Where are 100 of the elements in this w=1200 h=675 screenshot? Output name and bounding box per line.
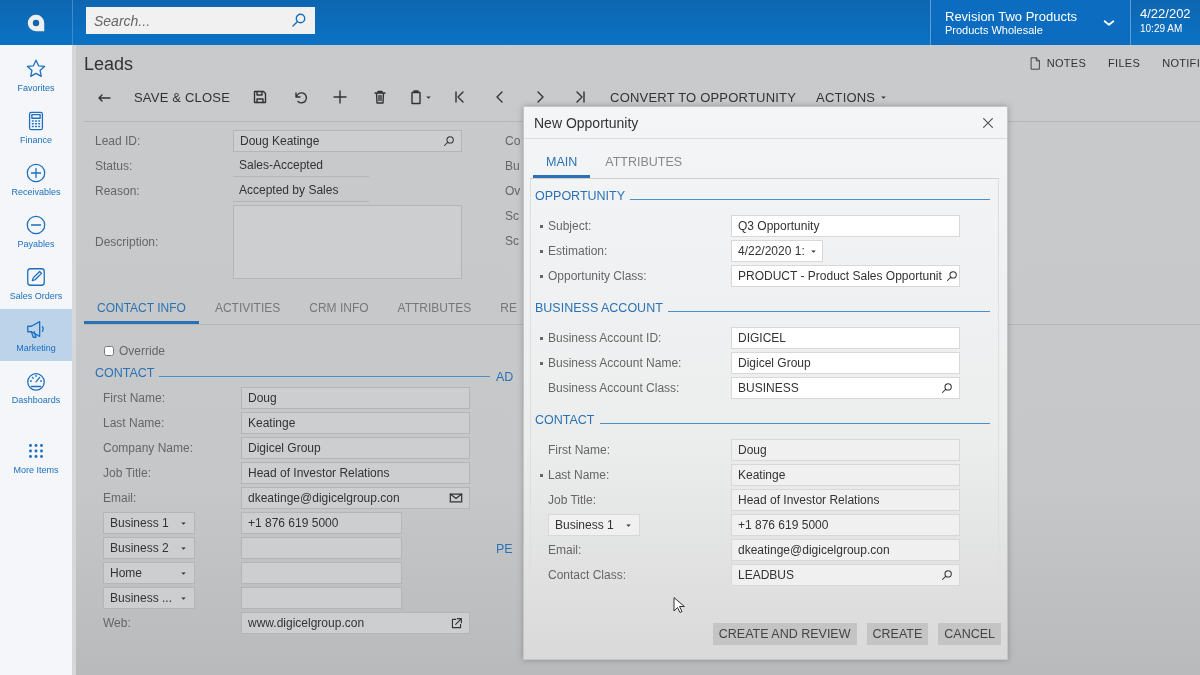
sidebar-item[interactable]: Favorites	[0, 49, 72, 101]
field-label: Email:	[548, 543, 583, 557]
field-label: Reason:	[95, 184, 141, 198]
field-label: Company Name:	[103, 441, 195, 455]
search-icon	[941, 569, 953, 581]
close-icon	[981, 115, 995, 130]
search-icon	[941, 382, 953, 394]
cursor-icon	[672, 597, 686, 615]
minus-circle-icon	[25, 213, 47, 236]
phone-type-select[interactable]: Business 2	[103, 537, 195, 559]
lookup-field[interactable]: LEADBUS	[731, 564, 960, 586]
convert-button[interactable]: CONVERT TO OPPORTUNITY	[600, 82, 807, 112]
section-heading: PE	[496, 542, 514, 556]
phone-type-select[interactable]: Home	[103, 562, 195, 584]
email-field[interactable]: dkeatinge@digicelgroup.con	[241, 487, 470, 509]
field-label: Co	[505, 133, 521, 150]
field-label: Opportunity Class:	[548, 269, 648, 283]
dialog-button[interactable]: CREATE	[866, 623, 929, 645]
dialog-button[interactable]: CANCEL	[938, 623, 1001, 645]
text-field[interactable]: dkeatinge@digicelgroup.con	[731, 539, 960, 561]
text-field[interactable]: Doug	[241, 387, 470, 409]
toolbar-link[interactable]: NOTES	[1027, 55, 1087, 71]
sidebar-item[interactable]: Dashboards	[0, 361, 72, 413]
phone-type-select[interactable]: Business ...	[103, 587, 195, 609]
field-label: Description:	[95, 235, 160, 249]
field-value: Sales-Accepted	[233, 155, 369, 177]
actions-menu-button[interactable]: ACTIONS	[806, 82, 899, 112]
field-label: First Name:	[548, 443, 611, 457]
text-field[interactable]: Keatinge	[241, 412, 470, 434]
field-label: Ov	[505, 183, 521, 200]
dialog-title: New Opportunity	[534, 114, 640, 131]
phone-field[interactable]	[241, 562, 402, 584]
sidebar-item[interactable]: Marketing	[0, 309, 72, 361]
text-field[interactable]: Head of Investor Relations	[241, 462, 470, 484]
field-label: Sc	[505, 233, 519, 250]
save-close-button[interactable]: SAVE & CLOSE	[124, 82, 241, 112]
text-field[interactable]: DIGICEL	[731, 327, 960, 349]
sidebar-item[interactable]: Sales Orders	[0, 257, 72, 309]
toolbar-link[interactable]: NOTIFI	[1162, 57, 1200, 69]
field-label: Business Account ID:	[548, 331, 663, 345]
undo-icon	[292, 89, 309, 105]
section-heading: CONTACT	[95, 366, 155, 380]
field-label: Sc	[505, 208, 519, 225]
field-label: Bu	[505, 158, 520, 175]
section-heading: BUSINESS ACCOUNT	[535, 301, 663, 315]
text-field[interactable]: Digicel Group	[731, 352, 960, 374]
star-icon	[25, 57, 47, 80]
dialog-button[interactable]: CREATE AND REVIEW	[712, 623, 857, 645]
search-field[interactable]: Search...	[86, 7, 315, 34]
search-icon	[443, 135, 455, 147]
field-label: Web:	[103, 616, 132, 630]
checkbox[interactable]	[104, 346, 114, 356]
field-label: Status:	[95, 159, 134, 173]
phone-field[interactable]: +1 876 619 5000	[241, 512, 402, 534]
search-icon	[945, 270, 958, 282]
field-label: Lead ID:	[95, 134, 142, 148]
field-value: Accepted by Sales	[233, 180, 369, 202]
section-heading: CONTACT	[535, 413, 595, 427]
phone-type-select[interactable]: Business 1	[548, 514, 640, 536]
close-button[interactable]	[981, 115, 995, 130]
field-label: Business Account Name:	[548, 356, 683, 370]
field-label: Last Name:	[548, 468, 611, 482]
phone-type-select[interactable]: Business 1	[103, 512, 195, 534]
plus-icon	[332, 89, 349, 105]
pencil-icon	[25, 265, 47, 288]
field-label: Subject:	[548, 219, 593, 233]
lookup-field[interactable]: BUSINESS	[731, 377, 960, 399]
sidebar-item[interactable]: More Items	[0, 431, 72, 483]
sidebar-item[interactable]: Finance	[0, 101, 72, 153]
text-field[interactable]: Head of Investor Relations	[731, 489, 960, 511]
field-label: Last Name:	[103, 416, 166, 430]
field-label: Business Account Class:	[548, 381, 681, 395]
text-field[interactable]: Digicel Group	[241, 437, 470, 459]
lookup-field[interactable]: Doug Keatinge	[233, 130, 462, 152]
section-heading: AD	[496, 370, 514, 384]
toolbar-link[interactable]: FILES	[1108, 57, 1141, 69]
external-link-icon	[450, 616, 463, 630]
field-label: Job Title:	[103, 466, 153, 480]
phone-field[interactable]	[241, 537, 402, 559]
page-title: Leads	[84, 52, 135, 75]
lookup-field[interactable]: PRODUCT - Product Sales Opportunit	[731, 265, 960, 287]
sidebar-item[interactable]: Receivables	[0, 153, 72, 205]
field-label: Estimation:	[548, 244, 609, 258]
url-field[interactable]: www.digicelgroup.con	[241, 612, 470, 634]
phone-field[interactable]	[241, 587, 402, 609]
text-field[interactable]: Keatinge	[731, 464, 960, 486]
section-heading: OPPORTUNITY	[535, 189, 626, 203]
company-selector[interactable]: Revision Two Products Products Wholesale	[930, 0, 1130, 45]
tab[interactable]: MAIN	[533, 148, 591, 178]
date-field[interactable]: 4/22/2020 1:	[731, 240, 823, 262]
search-icon	[291, 12, 307, 28]
plus-circle-icon	[25, 161, 47, 184]
field-label: Contact Class:	[548, 568, 628, 582]
phone-field[interactable]: +1 876 619 5000	[731, 514, 960, 536]
text-field[interactable]: Q3 Opportunity	[731, 215, 960, 237]
text-field[interactable]: Doug	[731, 439, 960, 461]
envelope-icon	[449, 491, 463, 505]
field-label: First Name:	[103, 391, 166, 405]
trash-icon	[372, 89, 389, 105]
sidebar-item[interactable]: Payables	[0, 205, 72, 257]
